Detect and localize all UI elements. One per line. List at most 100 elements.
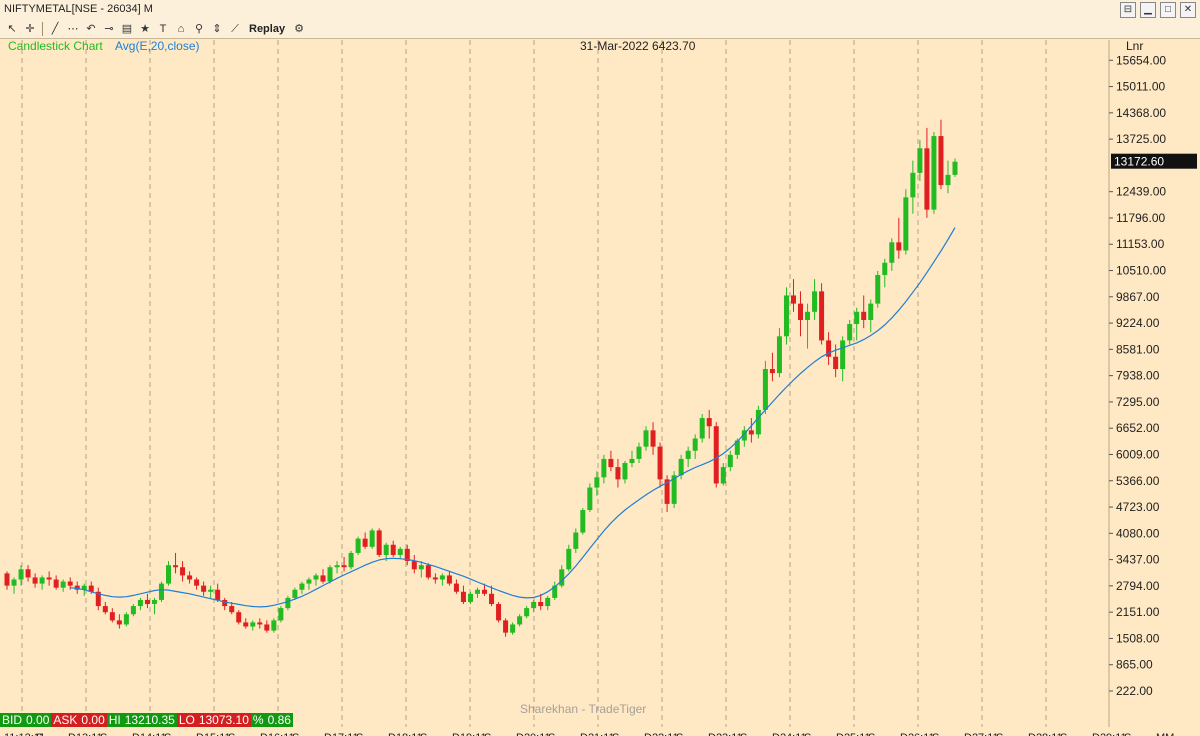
candle-body <box>222 599 228 607</box>
undo-icon[interactable]: ↶ <box>83 22 99 37</box>
candle-body <box>573 532 579 549</box>
time-tick-label: S <box>548 732 555 736</box>
candle <box>713 422 719 488</box>
candle-body <box>46 577 52 580</box>
candle-body <box>348 552 354 568</box>
data-window-icon[interactable]: ▤ <box>119 22 135 37</box>
time-tick-label: D29:11 <box>1092 732 1127 736</box>
candle-body <box>11 579 17 586</box>
candle-body <box>67 581 73 586</box>
hi-value: 13210.35 <box>122 713 177 727</box>
candle <box>580 507 586 535</box>
price-tick-label: 7295.00 <box>1116 395 1160 409</box>
time-tick-label: S <box>1124 732 1131 736</box>
price-tick-label: 9224.00 <box>1116 316 1160 330</box>
candle-body <box>467 593 473 602</box>
candlestick-chart[interactable]: Candlestick Chart Avg(E,20,close) 31-Mar… <box>0 40 1200 727</box>
cursor-icon[interactable]: ↖ <box>4 22 20 37</box>
candle-body <box>762 369 768 410</box>
candle <box>587 483 593 513</box>
candle-body <box>250 622 256 627</box>
restore-icon[interactable]: ⊟ <box>1120 2 1136 18</box>
candle-body <box>439 575 445 580</box>
time-tick-label: S <box>804 732 811 736</box>
candle-body <box>482 589 488 594</box>
price-tick-label: 865.00 <box>1116 658 1153 672</box>
window-controls: ⊟ ▁ □ ✕ <box>1120 2 1196 18</box>
candle-body <box>292 589 298 598</box>
candle-body <box>538 601 544 607</box>
scale-icon[interactable]: ⇕ <box>209 22 225 37</box>
candle-body <box>243 622 249 627</box>
candle-body <box>173 565 179 568</box>
price-tick-label: 2794.00 <box>1116 579 1160 593</box>
candle-body <box>678 458 684 476</box>
candle-body <box>608 458 614 468</box>
last-price-tag: 13172.60 <box>1111 153 1197 169</box>
time-tick-label: S <box>612 732 619 736</box>
candle-body <box>166 565 172 584</box>
lo-value: 13073.10 <box>196 713 251 727</box>
chart-background <box>0 40 1200 727</box>
price-tick-label: 15654.00 <box>1116 53 1166 67</box>
star-icon[interactable]: ★ <box>137 22 153 37</box>
candle <box>355 536 361 555</box>
time-tick-label: S <box>420 732 427 736</box>
close-icon[interactable]: ✕ <box>1180 2 1196 18</box>
last-price-value: 13172.60 <box>1114 155 1164 169</box>
maximize-icon[interactable]: □ <box>1160 2 1176 18</box>
minimize-icon[interactable]: ▁ <box>1140 2 1156 18</box>
candle-body <box>123 614 129 625</box>
magnet-icon[interactable]: ⌂ <box>173 22 189 37</box>
indicator-icon[interactable]: ⟋ <box>227 22 243 37</box>
line-tool-icon[interactable]: ╱ <box>47 22 63 37</box>
price-tick-label: 5366.00 <box>1116 474 1160 488</box>
price-tick-label: 10510.00 <box>1116 264 1166 278</box>
scale-label[interactable]: Lnr <box>1126 40 1143 53</box>
candle-body <box>657 446 663 480</box>
time-tick-label: D27:11 <box>964 732 999 736</box>
candle <box>376 528 382 558</box>
watermark: Sharekhan - TradeTiger <box>520 702 646 716</box>
candle-body <box>636 446 642 459</box>
candle-body <box>194 579 200 586</box>
candle-body <box>489 593 495 605</box>
candle-body <box>53 579 59 588</box>
crosshair-icon[interactable]: ✛ <box>22 22 38 37</box>
time-tick-label: S <box>1060 732 1067 736</box>
candle-body <box>137 599 143 607</box>
gear-icon[interactable]: ⚙ <box>291 22 307 37</box>
candle <box>348 550 354 570</box>
candle-body <box>32 577 38 584</box>
candle <box>271 618 277 633</box>
candle-body <box>896 242 902 251</box>
candle-body <box>805 311 811 320</box>
pattern-icon[interactable]: ⋯ <box>65 22 81 37</box>
link-icon[interactable]: ⊸ <box>101 22 117 37</box>
candle-body <box>720 467 726 484</box>
time-tick-label: D19:11 <box>452 732 487 736</box>
time-tick-label: D15:11 <box>196 732 231 736</box>
candle-body <box>559 569 565 586</box>
text-icon[interactable]: T <box>155 22 171 37</box>
time-tick-label: S <box>868 732 875 736</box>
price-tick-label: 3437.00 <box>1116 553 1160 567</box>
candle-body <box>629 458 635 464</box>
candle-body <box>615 467 621 480</box>
candle-body <box>769 369 775 374</box>
candle-body <box>285 597 291 609</box>
price-tick-label: 9867.00 <box>1116 290 1160 304</box>
candle-body <box>271 620 277 631</box>
candle-body <box>208 589 214 592</box>
candle <box>931 131 937 214</box>
replay-button[interactable]: Replay <box>245 23 289 35</box>
time-tick-label: D28:11 <box>1028 732 1063 736</box>
candle-body <box>116 620 122 625</box>
candle-body <box>102 606 108 613</box>
time-tick-label: S <box>36 732 43 736</box>
candle-body <box>341 565 347 568</box>
time-tick-label: D26:11 <box>900 732 935 736</box>
candle-body <box>362 538 368 547</box>
chart-type-label: Candlestick Chart <box>8 40 103 53</box>
zoom-icon[interactable]: ⚲ <box>191 22 207 37</box>
